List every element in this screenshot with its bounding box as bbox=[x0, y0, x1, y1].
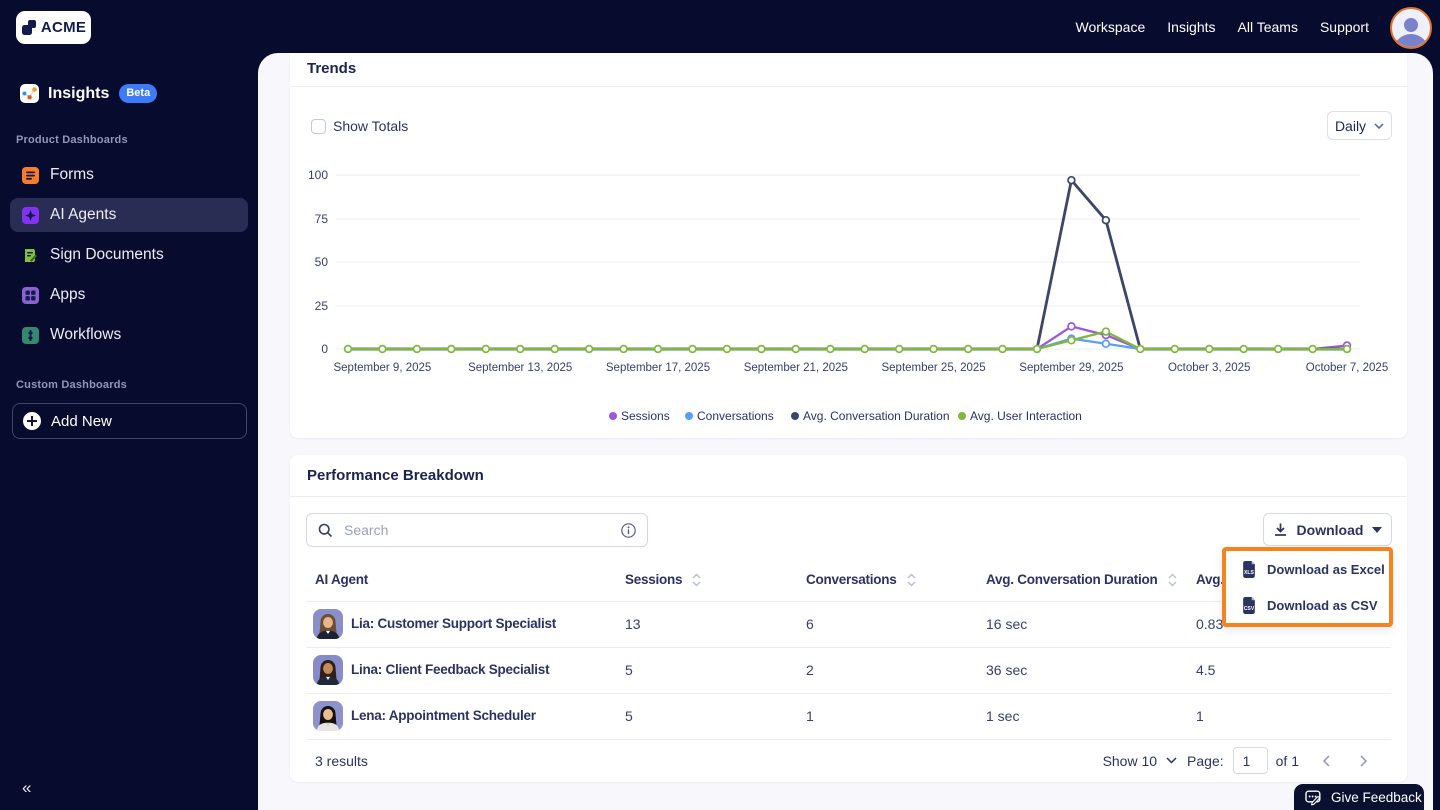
svg-text:September 13, 2025: September 13, 2025 bbox=[468, 362, 572, 374]
svg-text:50: 50 bbox=[315, 255, 329, 269]
svg-text:September 9, 2025: September 9, 2025 bbox=[333, 362, 431, 374]
svg-text:September 25, 2025: September 25, 2025 bbox=[881, 362, 985, 374]
svg-text:October 7, 2025: October 7, 2025 bbox=[1306, 362, 1388, 374]
svg-text:October 3, 2025: October 3, 2025 bbox=[1168, 362, 1250, 374]
svg-text:25: 25 bbox=[315, 299, 329, 313]
svg-text:XLS: XLS bbox=[1244, 569, 1255, 575]
svg-text:75: 75 bbox=[315, 212, 329, 226]
svg-text:CSV: CSV bbox=[1244, 605, 1255, 611]
svg-text:100: 100 bbox=[308, 168, 328, 182]
svg-text:September 21, 2025: September 21, 2025 bbox=[744, 362, 848, 374]
svg-text:September 17, 2025: September 17, 2025 bbox=[606, 362, 710, 374]
svg-text:0: 0 bbox=[321, 342, 328, 356]
svg-text:September 29, 2025: September 29, 2025 bbox=[1019, 362, 1123, 374]
